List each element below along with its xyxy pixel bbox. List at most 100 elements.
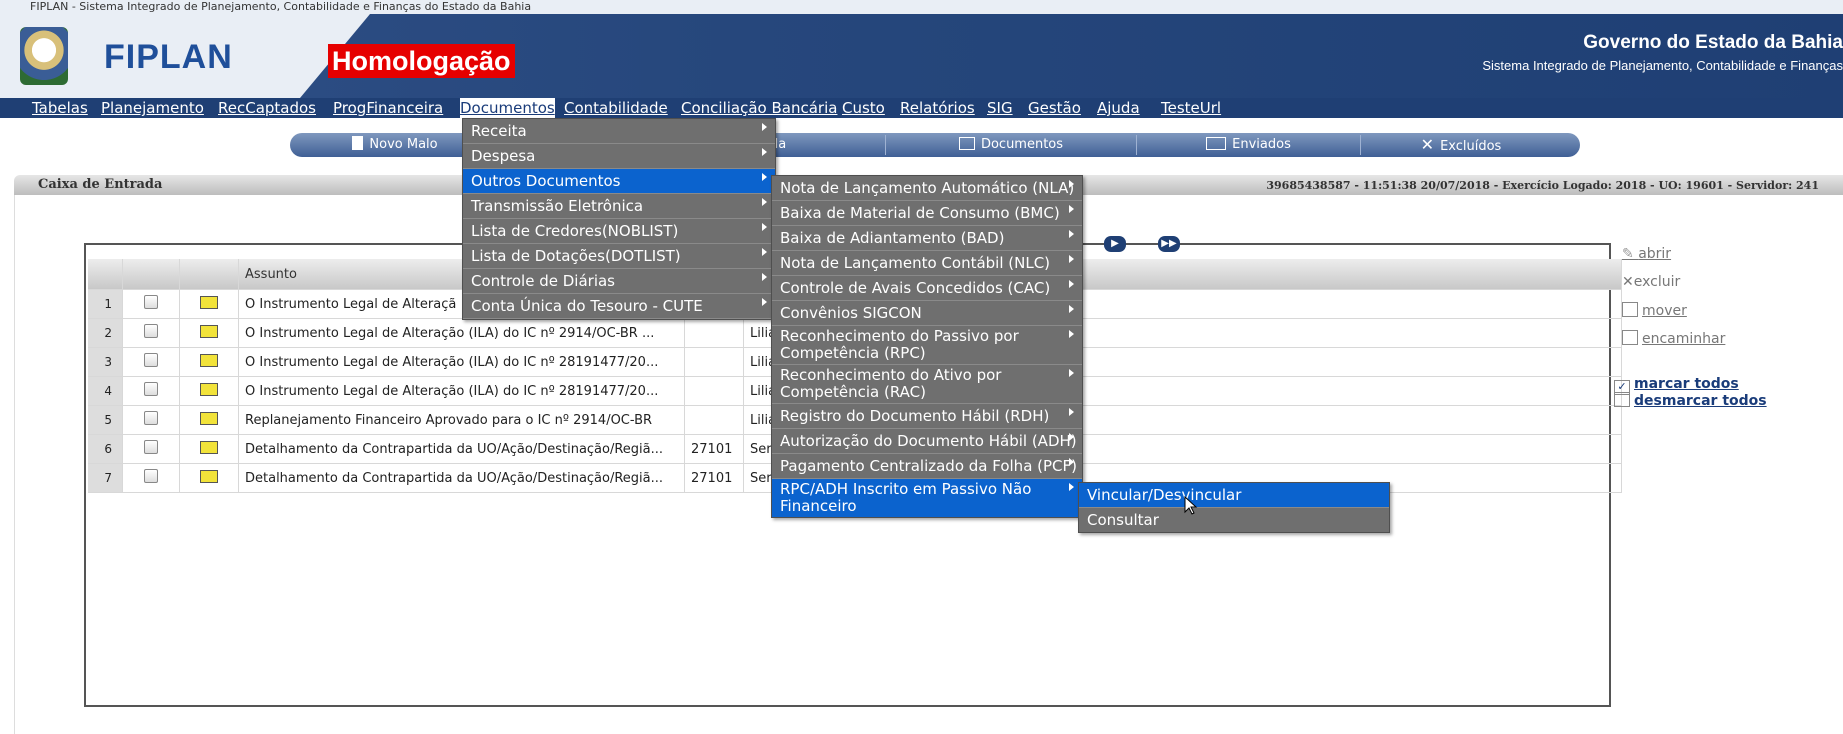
menu-conciliacao-bancaria[interactable]: Conciliação Bancária xyxy=(681,98,837,118)
row-checkbox[interactable] xyxy=(122,463,180,493)
row-checkbox[interactable] xyxy=(122,289,180,319)
next-page-icon[interactable]: ▶ xyxy=(1104,236,1126,252)
row-envelope xyxy=(179,405,239,435)
submenu-arrow-icon xyxy=(1069,369,1074,377)
row-envelope xyxy=(179,347,239,377)
row-envelope xyxy=(179,434,239,464)
menu-item-despesa[interactable]: Despesa xyxy=(463,144,775,169)
menu-item-rpc[interactable]: Reconhecimento do Passivo por Competênci… xyxy=(772,326,1082,365)
menu-contabilidade[interactable]: Contabilidade xyxy=(564,98,668,118)
sent-mail-icon xyxy=(1206,137,1227,150)
menu-reccaptados[interactable]: RecCaptados xyxy=(218,98,316,118)
menu-tabelas[interactable]: Tabelas xyxy=(32,98,88,118)
row-code xyxy=(684,347,744,377)
menu-item-controle-diarias[interactable]: Controle de Diárias xyxy=(463,269,775,294)
checkbox[interactable] xyxy=(144,353,158,367)
checkbox[interactable] xyxy=(144,324,158,338)
row-number: 6 xyxy=(88,434,123,464)
row-number: 4 xyxy=(88,376,123,406)
header-cell xyxy=(179,259,239,290)
outros-documentos-submenu: Nota de Lançamento Automático (NLA) Baix… xyxy=(771,175,1083,518)
forward-icon xyxy=(1622,330,1638,345)
row-checkbox[interactable] xyxy=(122,405,180,435)
submenu-arrow-icon xyxy=(762,123,767,131)
excluir-link[interactable]: ✕excluir xyxy=(1622,274,1680,290)
menu-custo[interactable]: Custo xyxy=(842,98,885,118)
row-subject[interactable]: O Instrumento Legal de Alteração (ILA) d… xyxy=(238,376,685,406)
header-cell xyxy=(122,259,180,290)
caixa-entrada-button[interactable]: da xyxy=(770,133,830,157)
menu-item-nla[interactable]: Nota de Lançamento Automático (NLA) xyxy=(772,176,1082,201)
menu-item-receita[interactable]: Receita xyxy=(463,119,775,144)
submenu-arrow-icon xyxy=(1069,255,1074,263)
row-checkbox[interactable] xyxy=(122,318,180,348)
submenu-arrow-icon xyxy=(1069,458,1074,466)
menu-item-lista-dotacoes[interactable]: Lista de Dotações(DOTLIST) xyxy=(463,244,775,269)
menu-item-conta-unica[interactable]: Conta Única do Tesouro - CUTE xyxy=(463,294,775,319)
last-page-icon[interactable]: ▶▶ xyxy=(1158,236,1180,252)
documentos-dropdown: Receita Despesa Outros Documentos Transm… xyxy=(462,118,776,320)
row-subject[interactable]: O Instrumento Legal de Alteração (ILA) d… xyxy=(238,347,685,377)
checkbox[interactable] xyxy=(144,469,158,483)
menu-item-nlc[interactable]: Nota de Lançamento Contábil (NLC) xyxy=(772,251,1082,276)
row-checkbox[interactable] xyxy=(122,376,180,406)
menu-item-sigcon[interactable]: Convênios SIGCON xyxy=(772,301,1082,326)
menu-item-vincular-desvincular[interactable]: Vincular/Desvincular xyxy=(1079,483,1389,508)
printer-icon xyxy=(958,137,975,150)
window-titlebar: FIPLAN - Sistema Integrado de Planejamen… xyxy=(0,0,1843,15)
menu-relatorios[interactable]: Relatórios xyxy=(900,98,975,118)
row-subject[interactable]: Detalhamento da Contrapartida da UO/Ação… xyxy=(238,463,685,493)
menu-item-pcf[interactable]: Pagamento Centralizado da Folha (PCF) xyxy=(772,454,1082,479)
novo-malote-button[interactable]: Novo Malo xyxy=(310,133,480,157)
checkbox[interactable] xyxy=(144,295,158,309)
submenu-arrow-icon xyxy=(762,298,767,306)
submenu-arrow-icon xyxy=(1069,280,1074,288)
move-icon xyxy=(1622,302,1638,317)
row-subject[interactable]: O Instrumento Legal de Alteração (ILA) d… xyxy=(238,318,685,348)
row-code xyxy=(684,318,744,348)
envelope-icon xyxy=(200,324,218,338)
menu-item-bmc[interactable]: Baixa de Material de Consumo (BMC) xyxy=(772,201,1082,226)
menu-item-rpc-adh-inscrito[interactable]: RPC/ADH Inscrito em Passivo Não Financei… xyxy=(772,479,1082,517)
menu-item-rac[interactable]: Reconhecimento do Ativo por Competência … xyxy=(772,365,1082,404)
encaminhar-link[interactable]: encaminhar xyxy=(1622,330,1725,347)
menu-item-consultar[interactable]: Consultar xyxy=(1079,508,1389,532)
row-envelope xyxy=(179,463,239,493)
row-number: 7 xyxy=(88,463,123,493)
menu-item-bad[interactable]: Baixa de Adiantamento (BAD) xyxy=(772,226,1082,251)
menu-item-lista-credores[interactable]: Lista de Credores(NOBLIST) xyxy=(463,219,775,244)
menu-testeurl[interactable]: TesteUrl xyxy=(1161,98,1221,118)
menu-item-outros-documentos[interactable]: Outros Documentos xyxy=(463,169,775,194)
row-number: 5 xyxy=(88,405,123,435)
row-subject[interactable]: Detalhamento da Contrapartida da UO/Ação… xyxy=(238,434,685,464)
submenu-arrow-icon xyxy=(1069,408,1074,416)
menu-item-cac[interactable]: Controle de Avais Concedidos (CAC) xyxy=(772,276,1082,301)
gov-subtitle: Sistema Integrado de Planejamento, Conta… xyxy=(1482,58,1843,73)
documentos-button[interactable]: Documentos xyxy=(886,133,1136,157)
row-checkbox[interactable] xyxy=(122,347,180,377)
checkbox[interactable] xyxy=(144,411,158,425)
menu-item-rdh[interactable]: Registro do Documento Hábil (RDH) xyxy=(772,404,1082,429)
menu-item-adh[interactable]: Autorização do Documento Hábil (ADH) xyxy=(772,429,1082,454)
row-checkbox[interactable] xyxy=(122,434,180,464)
submenu-arrow-icon xyxy=(1069,433,1074,441)
menu-ajuda[interactable]: Ajuda xyxy=(1097,98,1140,118)
menu-progfinanceira[interactable]: ProgFinanceira xyxy=(333,98,443,118)
menu-documentos[interactable]: Documentos xyxy=(460,98,555,118)
submenu-arrow-icon xyxy=(1069,305,1074,313)
excluidos-button[interactable]: ✕ Excluídos xyxy=(1361,133,1561,157)
menu-item-transmissao-eletronica[interactable]: Transmissão Eletrônica xyxy=(463,194,775,219)
checkbox[interactable] xyxy=(144,382,158,396)
menu-sig[interactable]: SIG xyxy=(987,98,1013,118)
abrir-link[interactable]: ✎ abrir xyxy=(1622,246,1671,262)
mover-link[interactable]: mover xyxy=(1622,302,1687,319)
main-menubar: Tabelas Planejamento RecCaptados ProgFin… xyxy=(0,98,1843,118)
menu-planejamento[interactable]: Planejamento xyxy=(101,98,204,118)
checkbox[interactable] xyxy=(144,440,158,454)
menu-gestao[interactable]: Gestão xyxy=(1028,98,1081,118)
desmarcar-todos-link[interactable]: desmarcar todos xyxy=(1614,392,1767,409)
row-subject[interactable]: Replanejamento Financeiro Aprovado para … xyxy=(238,405,685,435)
fiplan-logo: FIPLAN xyxy=(104,38,233,76)
empty-box-icon xyxy=(1614,392,1630,407)
enviados-button[interactable]: Enviados xyxy=(1137,133,1360,157)
